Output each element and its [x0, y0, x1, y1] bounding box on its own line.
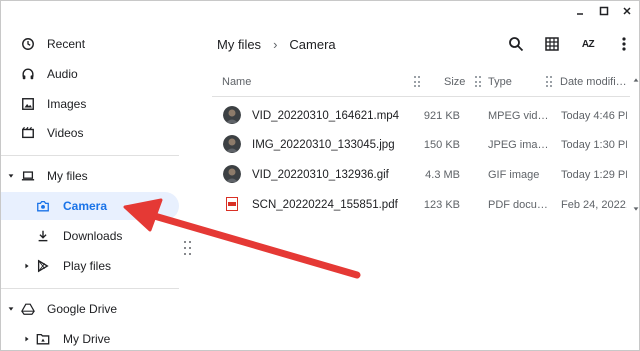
expand-caret-icon[interactable]: [6, 304, 16, 314]
file-type: GIF image: [488, 169, 540, 181]
clock-icon: [20, 36, 36, 52]
file-name: SCN_20220224_155851.pdf: [252, 199, 398, 211]
table-row[interactable]: SCN_20220224_155851.pdf 123 KB PDF docu……: [212, 191, 630, 219]
sidebar-item-label: My files: [47, 169, 88, 183]
sidebar-item-camera[interactable]: Camera: [1, 192, 179, 220]
search-icon: [509, 37, 524, 52]
table-row[interactable]: IMG_20220310_133045.jpg 150 KB JPEG ima……: [212, 131, 630, 159]
column-resize-handle[interactable]: [546, 76, 552, 88]
grid-view-button[interactable]: [541, 33, 563, 55]
expand-caret-icon[interactable]: [22, 334, 32, 344]
sidebar-item-label: Google Drive: [47, 302, 118, 316]
sidebar-divider: [1, 155, 179, 156]
file-type: PDF docu…: [488, 199, 548, 211]
column-header-name[interactable]: Name: [222, 76, 251, 88]
maximize-button[interactable]: [595, 3, 613, 19]
sidebar: Recent Audio Images Videos My files Came…: [1, 1, 182, 351]
image-icon: [20, 96, 36, 112]
column-header-type[interactable]: Type: [488, 76, 512, 88]
file-name: IMG_20220310_133045.jpg: [252, 139, 395, 151]
sidebar-divider: [1, 288, 179, 289]
file-name: VID_20220310_132936.gif: [252, 169, 389, 181]
column-resize-handle[interactable]: [414, 76, 420, 88]
file-date: Today 1:30 PM: [561, 139, 627, 151]
film-icon: [20, 125, 36, 141]
file-size: 123 KB: [423, 199, 460, 211]
pdf-icon: [226, 197, 238, 211]
camera-icon: [35, 198, 51, 214]
file-type: MPEG vid…: [488, 110, 549, 122]
sidebar-item-images[interactable]: Images: [1, 90, 179, 118]
close-button[interactable]: [618, 3, 636, 19]
table-row[interactable]: VID_20220310_164621.mp4 921 KB MPEG vid……: [212, 102, 630, 130]
expand-caret-icon[interactable]: [22, 261, 32, 271]
sidebar-item-label: Camera: [63, 199, 108, 213]
scroll-up-icon[interactable]: [630, 75, 640, 85]
sidebar-item-label: Play files: [63, 259, 112, 273]
sort-az-icon: AZ: [581, 38, 595, 50]
more-vert-icon: [622, 37, 626, 51]
sidebar-item-my-drive[interactable]: My Drive: [1, 325, 179, 351]
table-row[interactable]: VID_20220310_132936.gif 4.3 MB GIF image…: [212, 161, 630, 189]
photo-thumbnail: [223, 135, 241, 153]
sidebar-item-label: My Drive: [63, 332, 111, 346]
sidebar-item-my-files[interactable]: My files: [1, 162, 179, 190]
laptop-icon: [20, 168, 36, 184]
drive-icon: [20, 301, 36, 317]
sidebar-item-label: Audio: [47, 67, 78, 81]
grid-view-icon: [545, 37, 559, 51]
sidebar-item-label: Recent: [47, 37, 86, 51]
sidebar-item-label: Videos: [47, 126, 84, 140]
column-header-date[interactable]: Date modifi…: [560, 76, 627, 88]
photo-thumbnail: [223, 106, 241, 124]
file-date: Today 4:46 PM: [561, 110, 627, 122]
file-type: JPEG ima…: [488, 139, 549, 151]
file-size: 921 KB: [423, 110, 460, 122]
sort-button[interactable]: AZ: [577, 33, 599, 55]
drive-folder-icon: [35, 331, 51, 347]
column-header-size[interactable]: Size: [444, 76, 465, 88]
file-date: Feb 24, 2022, 3:55…: [561, 199, 627, 211]
minimize-icon: [577, 13, 583, 15]
expand-caret-icon[interactable]: [6, 171, 16, 181]
vertical-scrollbar[interactable]: [630, 67, 640, 351]
sidebar-item-downloads[interactable]: Downloads: [1, 222, 179, 250]
sidebar-item-label: Images: [47, 97, 87, 111]
breadcrumb-camera: Camera: [289, 37, 336, 52]
headphones-icon: [20, 66, 36, 82]
file-date: Today 1:29 PM: [561, 169, 627, 181]
chevron-right-icon: ›: [273, 37, 278, 52]
breadcrumb: My files › Camera: [217, 37, 336, 52]
sidebar-item-label: Downloads: [63, 229, 123, 243]
sidebar-item-audio[interactable]: Audio: [1, 60, 179, 88]
files-app-window: Recent Audio Images Videos My files Came…: [0, 0, 640, 351]
photo-thumbnail: [223, 165, 241, 183]
file-name: VID_20220310_164621.mp4: [252, 110, 400, 122]
close-icon: [623, 7, 631, 15]
sidebar-item-play-files[interactable]: Play files: [1, 252, 179, 280]
maximize-icon: [599, 6, 609, 16]
more-options-button[interactable]: [613, 33, 635, 55]
search-button[interactable]: [505, 33, 527, 55]
play-store-icon: [35, 258, 51, 274]
sidebar-item-recent[interactable]: Recent: [1, 30, 179, 58]
scroll-down-icon[interactable]: [630, 204, 640, 214]
download-icon: [35, 228, 51, 244]
sidebar-item-videos[interactable]: Videos: [1, 119, 179, 147]
file-size: 150 KB: [423, 139, 460, 151]
sidebar-item-google-drive[interactable]: Google Drive: [1, 295, 179, 323]
column-resize-handle[interactable]: [475, 76, 481, 88]
sidebar-resize-handle[interactable]: [184, 241, 192, 257]
file-list-header: Name Size Type Date modifi…: [212, 67, 630, 97]
file-size: 4.3 MB: [425, 169, 460, 181]
breadcrumb-my-files[interactable]: My files: [217, 37, 261, 52]
minimize-button[interactable]: [571, 3, 589, 19]
